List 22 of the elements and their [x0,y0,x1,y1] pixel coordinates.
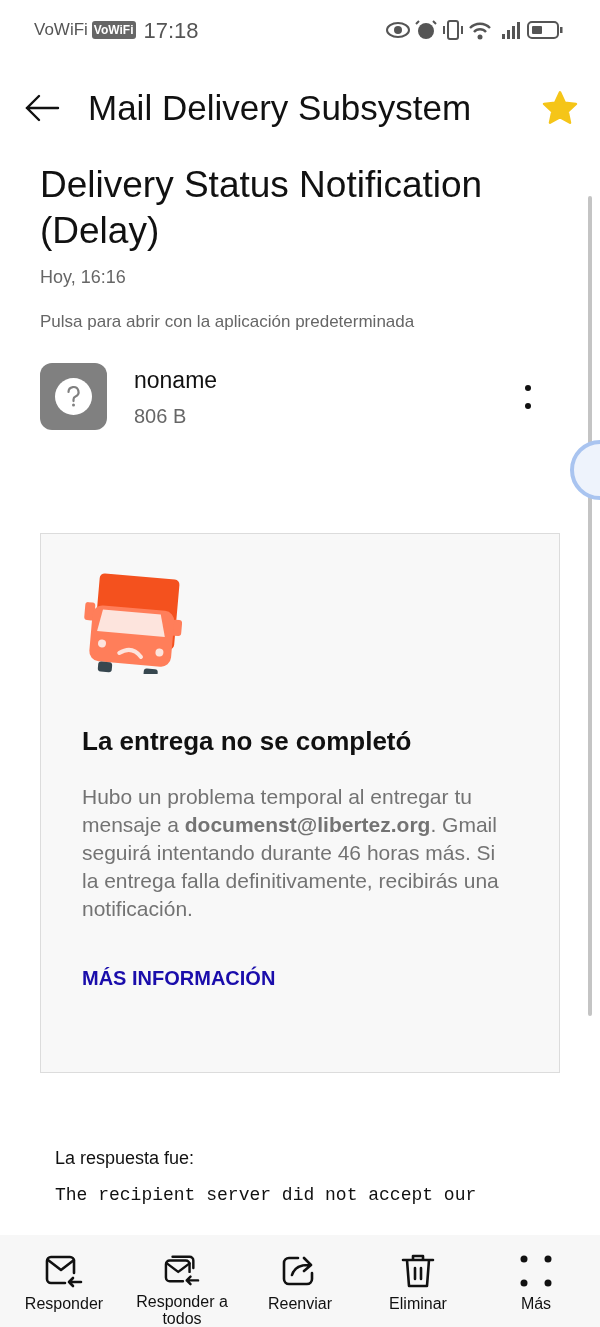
email-subject: Delivery Status Notification (Delay) [40,163,484,253]
attachment-name: noname [134,365,219,395]
reply-label: La respuesta fue: [55,1147,196,1170]
toolbar-button[interactable]: Eliminar [362,1253,474,1327]
unknown-file-icon [40,363,107,431]
notice-heading: La entrega no se completó [82,725,413,758]
toolbar-button[interactable]: Más [480,1253,592,1327]
vowifi-badge: VoWiFi [91,21,136,39]
carrier-label: VoWiFi [34,19,88,42]
server-response-text: The recipient server did not accept our [55,1184,478,1207]
toolbar-button[interactable]: Responder [8,1253,120,1327]
toolbar-button[interactable]: Reenviar [244,1253,356,1327]
notice-body: Hubo un problema temporal al entregar tu mensaje a documenst@libertez.org. Gmail seguirá intentando durante 46 horas más. Si la entrega falla definitivamente, recibirás una notificación. [82,784,500,922]
toolbar-button[interactable]: Responder a todos [126,1253,238,1327]
sender-title: Mail Delivery Subsystem [88,86,473,129]
more-info-link[interactable]: MÁS INFORMACIÓN [82,963,518,993]
attachment-size: 806 B [134,404,188,429]
email-date: Hoy, 16:16 [40,266,127,289]
clock-time: 17:18 [143,16,199,45]
open-hint-text[interactable]: Pulsa para abrir con la aplicación predeterminada [40,309,560,335]
envelope-arrow-icon [44,1253,84,1289]
envelopes-arrow-icon [162,1253,202,1287]
